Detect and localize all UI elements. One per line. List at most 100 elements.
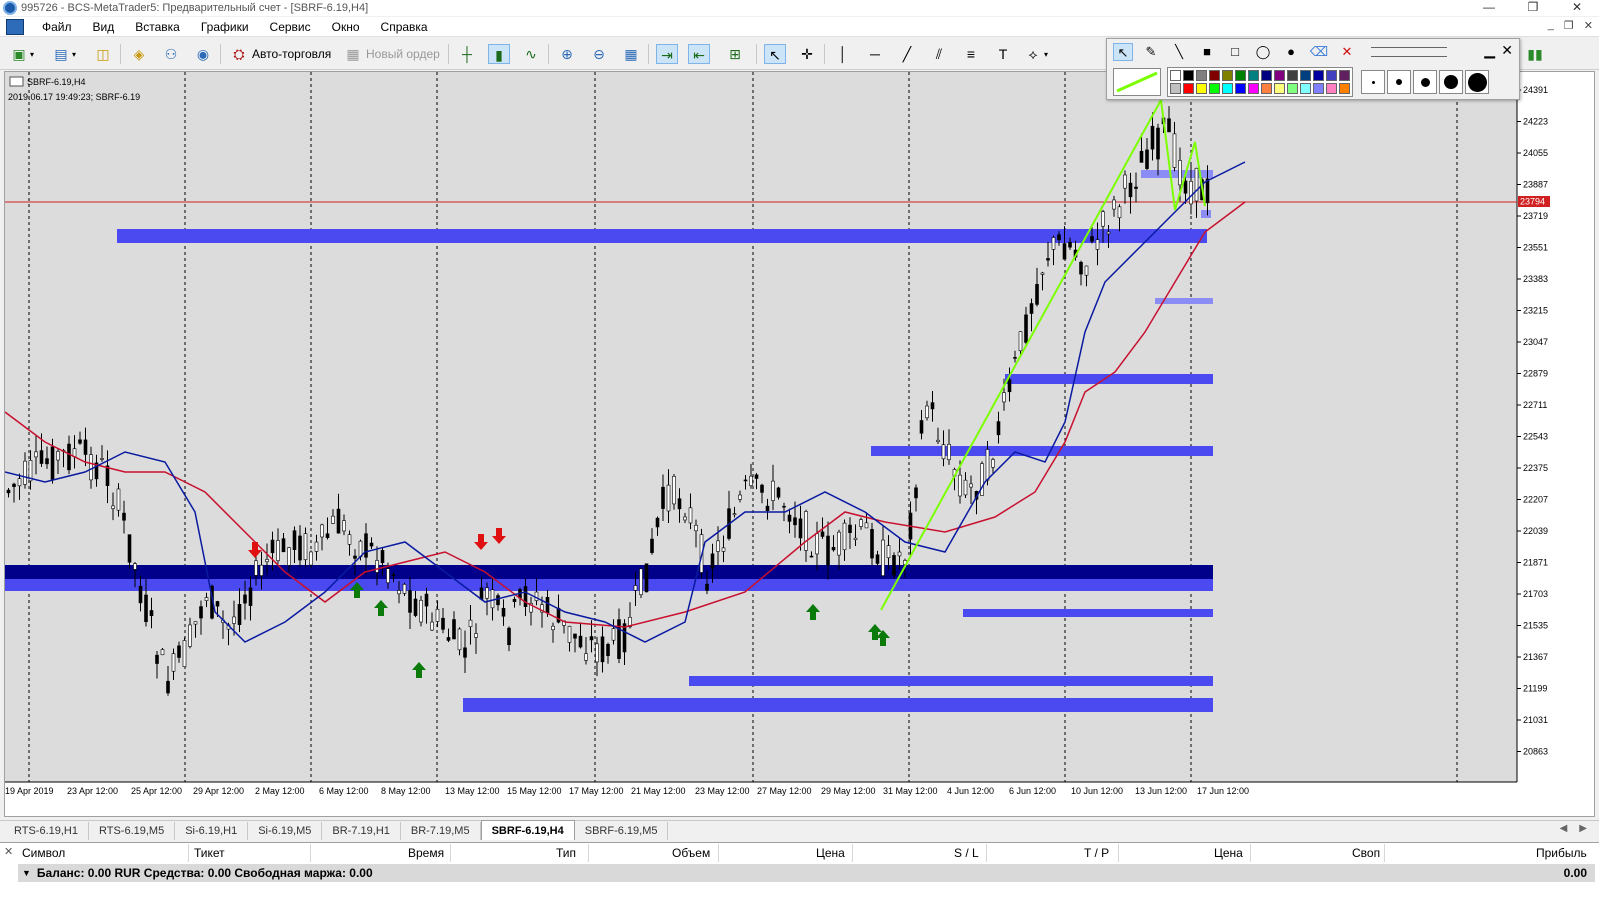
- chart-window-icon[interactable]: [6, 18, 24, 35]
- filled-rect-tool-icon[interactable]: ■: [1197, 43, 1217, 61]
- col-volume[interactable]: Объем: [672, 846, 710, 860]
- palette-swatch[interactable]: [1274, 83, 1285, 94]
- col-profit[interactable]: Прибыль: [1536, 846, 1587, 860]
- balance-row[interactable]: ▼ Баланс: 0.00 RUR Средства: 0.00 Свобод…: [18, 864, 1595, 882]
- width-3-option[interactable]: [1413, 70, 1437, 94]
- panel-minimize-icon[interactable]: ▁: [1484, 42, 1495, 59]
- menu-window[interactable]: Окно: [322, 17, 371, 37]
- collapse-chevron-icon[interactable]: ▼: [22, 868, 31, 878]
- horizontal-line-icon[interactable]: ─: [864, 44, 886, 64]
- col-type[interactable]: Тип: [556, 846, 576, 860]
- palette-swatch[interactable]: [1222, 83, 1233, 94]
- palette-swatch[interactable]: [1326, 83, 1337, 94]
- market-watch-icon[interactable]: ◫: [92, 44, 114, 64]
- bar-chart-icon[interactable]: ┼: [456, 44, 478, 64]
- col-price[interactable]: Цена: [816, 846, 845, 860]
- autoscroll-icon[interactable]: ⇥: [656, 44, 678, 64]
- palette-swatch[interactable]: [1248, 70, 1259, 81]
- line-style-selector[interactable]: [1371, 47, 1447, 57]
- minimize-button[interactable]: —: [1467, 0, 1511, 14]
- ellipse-tool-icon[interactable]: ◯: [1253, 43, 1273, 61]
- trendline-icon[interactable]: ╱: [896, 44, 918, 64]
- palette-swatch[interactable]: [1274, 70, 1285, 81]
- tab-sbrf-h4[interactable]: SBRF-6.19,H4: [480, 820, 575, 840]
- width-2-option[interactable]: [1387, 70, 1411, 94]
- tab-br-m5[interactable]: BR-7.19,M5: [401, 822, 481, 840]
- palette-swatch[interactable]: [1209, 83, 1220, 94]
- terminal-close-icon[interactable]: ✕: [4, 845, 13, 858]
- palette-swatch[interactable]: [1222, 70, 1233, 81]
- palette-swatch[interactable]: [1313, 83, 1324, 94]
- close-button[interactable]: ✕: [1555, 0, 1599, 14]
- col-ticket[interactable]: Тикет: [194, 846, 225, 860]
- col-swap[interactable]: Своп: [1352, 846, 1380, 860]
- width-1-option[interactable]: [1361, 70, 1385, 94]
- rect-tool-icon[interactable]: □: [1225, 43, 1245, 61]
- tab-scroll-left-icon[interactable]: ◀: [1560, 823, 1568, 834]
- crosshair-icon[interactable]: ✛: [796, 44, 818, 64]
- col-current-price[interactable]: Цена: [1214, 846, 1243, 860]
- palette-swatch[interactable]: [1300, 83, 1311, 94]
- palette-swatch[interactable]: [1235, 70, 1246, 81]
- mdi-restore-button[interactable]: ❐: [1564, 19, 1574, 32]
- select-tool-icon[interactable]: ↖: [1113, 43, 1133, 61]
- palette-swatch[interactable]: [1339, 70, 1350, 81]
- col-symbol[interactable]: Символ: [22, 846, 65, 860]
- menu-view[interactable]: Вид: [83, 17, 126, 37]
- palette-swatch[interactable]: [1209, 70, 1220, 81]
- price-chart[interactable]: 24391 24223 24055 23887 23719 23551 23383 23215…: [4, 71, 1595, 817]
- col-time[interactable]: Время: [408, 846, 444, 860]
- cursor-icon[interactable]: ↖: [764, 44, 786, 64]
- palette-swatch[interactable]: [1248, 83, 1259, 94]
- tab-scroll-right-icon[interactable]: ▶: [1579, 823, 1587, 834]
- equidistant-channel-icon[interactable]: ⫽: [928, 44, 950, 64]
- palette-swatch[interactable]: [1261, 70, 1272, 81]
- palette-swatch[interactable]: [1326, 70, 1337, 81]
- restore-button[interactable]: ❐: [1511, 0, 1555, 14]
- col-tp[interactable]: T / P: [1084, 846, 1109, 860]
- tab-br-h1[interactable]: BR-7.19,H1: [322, 822, 401, 840]
- palette-swatch[interactable]: [1183, 83, 1194, 94]
- line-chart-icon[interactable]: ∿: [520, 44, 542, 64]
- palette-swatch[interactable]: [1313, 70, 1324, 81]
- panel-close-icon[interactable]: ✕: [1501, 42, 1513, 59]
- vertical-line-icon[interactable]: │: [832, 44, 854, 64]
- palette-swatch[interactable]: [1196, 83, 1207, 94]
- color-palette[interactable]: [1167, 67, 1353, 97]
- tab-si-h1[interactable]: Si-6.19,H1: [175, 822, 249, 840]
- width-4-option[interactable]: [1439, 70, 1463, 94]
- line-color-preview[interactable]: [1113, 68, 1161, 96]
- text-tool-icon[interactable]: T: [992, 44, 1014, 64]
- autotrade-button[interactable]: ⛭ Авто-торговля: [228, 44, 331, 64]
- menu-insert[interactable]: Вставка: [125, 17, 191, 37]
- profiles-icon[interactable]: ▤: [50, 44, 72, 64]
- tab-sbrf-m5[interactable]: SBRF-6.19,M5: [575, 822, 669, 840]
- palette-swatch[interactable]: [1170, 83, 1181, 94]
- line-width-selector[interactable]: [1361, 70, 1489, 94]
- indicators-icon[interactable]: ⊞: [724, 44, 746, 64]
- shapes-icon[interactable]: ⟡: [1022, 44, 1044, 64]
- zoom-out-icon[interactable]: ⊖: [588, 44, 610, 64]
- tab-rts-h1[interactable]: RTS-6.19,H1: [4, 822, 89, 840]
- eraser-tool-icon[interactable]: ⌫: [1309, 43, 1329, 61]
- mdi-close-button[interactable]: ✕: [1584, 19, 1593, 32]
- delete-all-icon[interactable]: ✕: [1337, 43, 1357, 61]
- palette-swatch[interactable]: [1287, 70, 1298, 81]
- tab-si-m5[interactable]: Si-6.19,M5: [248, 822, 323, 840]
- navigator-icon[interactable]: ◈: [128, 44, 150, 64]
- palette-swatch[interactable]: [1287, 83, 1298, 94]
- new-order-button[interactable]: ▦ Новый ордер: [342, 44, 439, 64]
- mdi-minimize-button[interactable]: _: [1548, 19, 1554, 32]
- filled-ellipse-tool-icon[interactable]: ●: [1281, 43, 1301, 61]
- signals-icon[interactable]: ◉: [192, 44, 214, 64]
- width-5-option[interactable]: [1465, 70, 1489, 94]
- data-window-icon[interactable]: ⚇: [160, 44, 182, 64]
- palette-swatch[interactable]: [1170, 70, 1181, 81]
- palette-swatch[interactable]: [1339, 83, 1350, 94]
- palette-swatch[interactable]: [1183, 70, 1194, 81]
- palette-swatch[interactable]: [1235, 83, 1246, 94]
- menu-help[interactable]: Справка: [371, 17, 439, 37]
- col-sl[interactable]: S / L: [954, 846, 979, 860]
- new-chart-icon[interactable]: ▣: [8, 44, 30, 64]
- fibonacci-icon[interactable]: ≡: [960, 44, 982, 64]
